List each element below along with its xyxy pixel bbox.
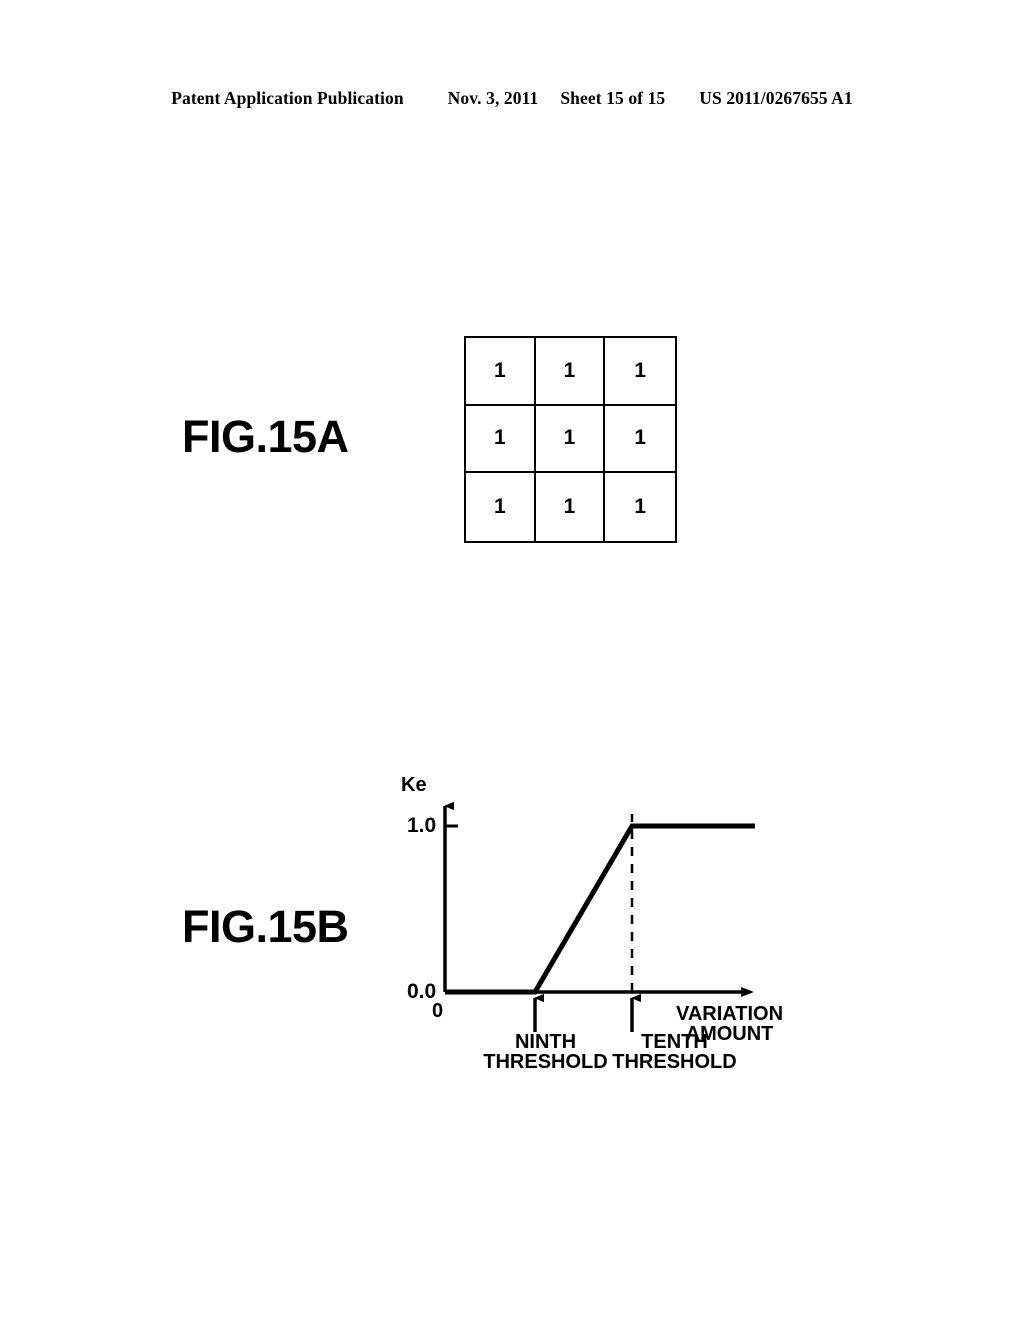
header-date-text: Nov. 3, 2011 xyxy=(447,88,539,108)
matrix-cell: 1 xyxy=(466,405,536,474)
y-axis-title: Ke xyxy=(401,774,427,796)
figure-15a-label: FIG.15A xyxy=(182,411,349,462)
matrix-cell: 1 xyxy=(466,473,536,541)
matrix-cell: 1 xyxy=(536,473,606,541)
tenth-threshold-label-line-1: TENTH xyxy=(641,1031,708,1053)
origin-label: 0 xyxy=(432,1000,444,1022)
matrix-cell: 1 xyxy=(535,405,606,474)
header-sheet-text: Sheet 15 of 15 xyxy=(560,88,666,108)
figure-15b-label: FIG.15B xyxy=(182,901,349,952)
header-publication-text: Patent Application Publication xyxy=(171,88,404,108)
matrix-cell: 1 xyxy=(634,495,646,519)
figure-15a-matrix: 1 1 1 1 1 1 1 1 1 xyxy=(464,336,677,543)
page-header: Patent Application Publication Nov. 3, 2… xyxy=(0,88,1024,114)
matrix-cell: 1 xyxy=(535,338,606,406)
matrix-cell: 1 xyxy=(466,338,536,406)
tenth-threshold-label: TENTH THRESHOLD xyxy=(587,1032,762,1073)
matrix-cell: 1 xyxy=(605,338,675,406)
ke-curve xyxy=(445,823,755,995)
x-axis-title-line-1: VARIATION xyxy=(676,1003,784,1025)
header-patent-number: US 2011/0267655 A1 xyxy=(699,88,853,108)
y-axis-tick-label-upper: 1.0 xyxy=(407,814,437,837)
tenth-threshold-label-line-2: THRESHOLD xyxy=(612,1051,737,1074)
figure-15b-graph: Ke 1.0 0.0 0 VARIATION AMOUNT NINTH THRE… xyxy=(380,770,840,1090)
matrix-cell: 1 xyxy=(605,406,675,474)
